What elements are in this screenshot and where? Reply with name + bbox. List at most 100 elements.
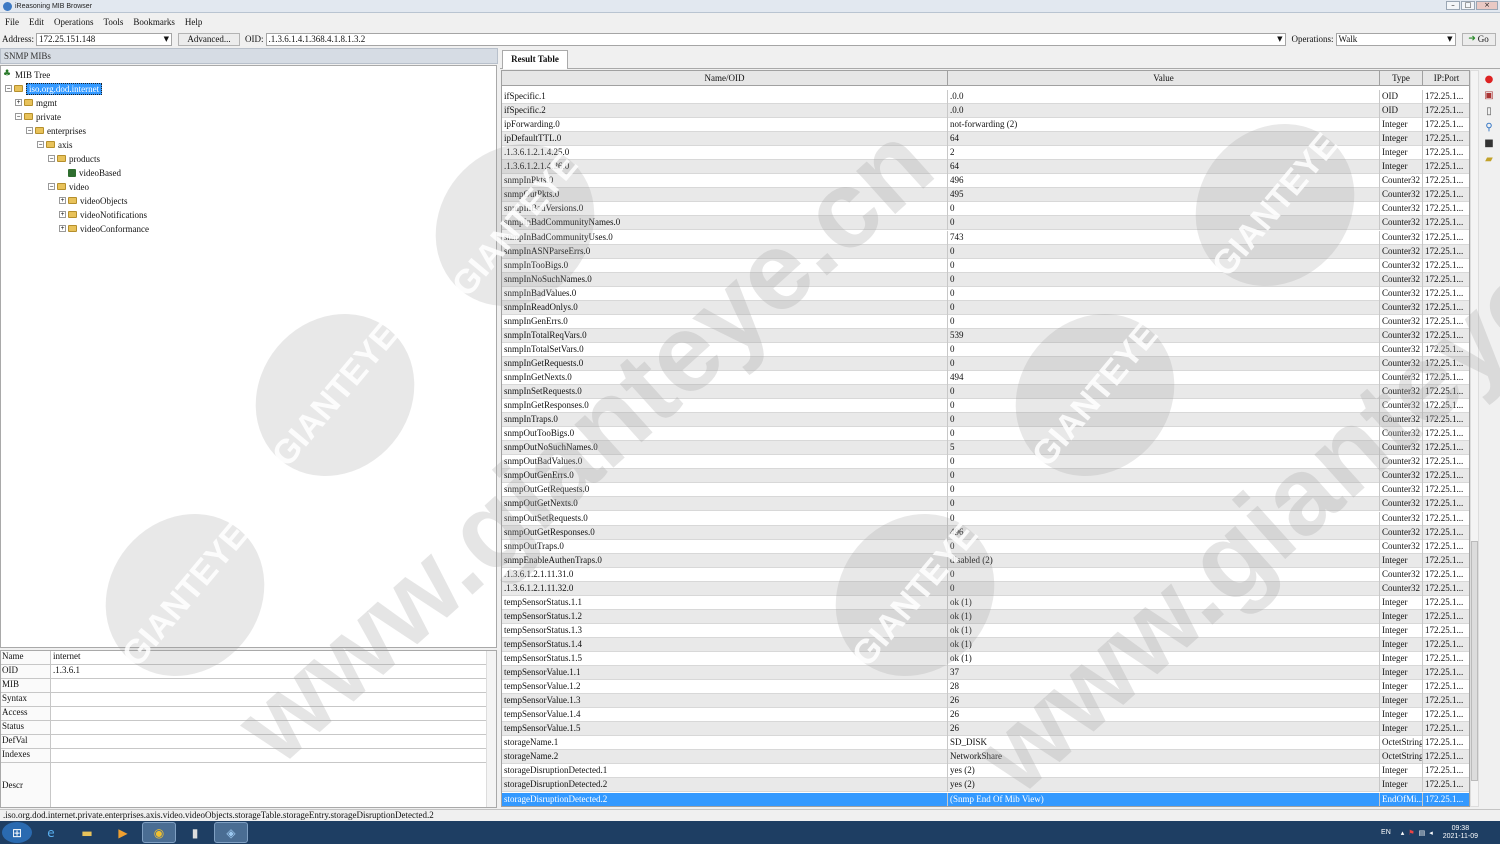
- table-row[interactable]: snmpInTotalSetVars.0 0 Counter32 172.25.1..…: [502, 342, 1469, 357]
- scrollbar-thumb[interactable]: [1471, 541, 1478, 781]
- table-row[interactable]: ipDefaultTTL.0 64 Integer 172.25.1...: [502, 132, 1469, 147]
- expand-icon[interactable]: +: [59, 197, 66, 204]
- collapse-icon[interactable]: −: [5, 85, 12, 92]
- menu-bookmarks[interactable]: Bookmarks: [128, 17, 180, 27]
- table-row[interactable]: snmpInTotalReqVars.0 539 Counter32 172.25.1…: [502, 328, 1469, 343]
- start-button[interactable]: ⊞: [2, 822, 32, 843]
- table-row[interactable]: ifSpecific.1.0.0 OID 172.25.1...: [502, 90, 1469, 104]
- column-header-ip[interactable]: IP:Port: [1423, 71, 1469, 86]
- menu-tools[interactable]: Tools: [99, 17, 129, 27]
- tree-node-videonotifications[interactable]: + videoNotifications: [59, 208, 147, 221]
- column-header-value[interactable]: Value: [948, 71, 1380, 86]
- table-row[interactable]: snmpInSetRequests.0 0 Counter32 172.25.1...: [502, 385, 1469, 400]
- operations-select[interactable]: Walk ▼: [1335, 32, 1456, 46]
- table-row[interactable]: storageDisruptionDetected.1 yes (2) Intege…: [502, 764, 1469, 779]
- collapse-icon[interactable]: −: [15, 113, 22, 120]
- tree-node-mgmt[interactable]: + mgmt: [15, 96, 57, 109]
- tab-result-table[interactable]: Result Table: [502, 50, 568, 69]
- collapse-icon[interactable]: −: [37, 141, 44, 148]
- properties-scrollbar[interactable]: [486, 651, 496, 807]
- go-button[interactable]: ➜ Go: [1461, 32, 1496, 46]
- tree-node-videoobjects[interactable]: + videoObjects: [59, 194, 128, 207]
- table-row[interactable]: storageName.1 SD_DISK OctetString 172.25.1.…: [502, 736, 1469, 751]
- table-row[interactable]: snmpOutGenErrs.0 0 Counter32 172.25.1...: [502, 469, 1469, 484]
- tree-node-enterprises[interactable]: − enterprises: [26, 124, 86, 137]
- oid-combo[interactable]: .1.3.6.1.4.1.368.4.1.8.1.3.2 ▼: [265, 32, 1286, 46]
- table-row[interactable]: snmpInBadCommunityUses.0 743 Counter32 172.…: [502, 230, 1469, 245]
- table-row[interactable]: .1.3.6.1.2.1.4.26.0 64 Integer 172.25.1...: [502, 160, 1469, 175]
- table-row[interactable]: tempSensorValue.1.4 26 Integer 172.25.1...: [502, 708, 1469, 723]
- table-row[interactable]: snmpInGenErrs.0 0 Counter32 172.25.1...: [502, 314, 1469, 329]
- menu-edit[interactable]: Edit: [24, 17, 49, 27]
- table-row[interactable]: snmpInGetNexts.0 494 Counter32 172.25.1...: [502, 371, 1469, 385]
- export-icon[interactable]: ■: [1483, 138, 1495, 150]
- chevron-down-icon[interactable]: ▼: [164, 34, 169, 45]
- table-row[interactable]: storageName.2 NetworkShare OctetString 172.…: [502, 750, 1469, 765]
- table-row[interactable]: tempSensorValue.1.1 37 Integer 172.25.1...: [502, 666, 1469, 681]
- expand-icon[interactable]: +: [59, 225, 66, 232]
- network-icon[interactable]: ▤: [1419, 829, 1426, 837]
- table-row[interactable]: snmpInTooBigs.0 0 Counter32 172.25.1...: [502, 258, 1469, 273]
- volume-icon[interactable]: ◂: [1429, 829, 1433, 837]
- terminal-icon[interactable]: ▮: [178, 822, 212, 843]
- table-row[interactable]: snmpOutGetResponses.0 496 Counter32 172.25.…: [502, 525, 1469, 540]
- table-row[interactable]: snmpInGetRequests.0 0 Counter32 172.25.1...: [502, 356, 1469, 371]
- media-player-icon[interactable]: ▶: [106, 822, 140, 843]
- chevron-down-icon[interactable]: ▼: [1277, 34, 1282, 45]
- collapse-icon[interactable]: −: [48, 155, 55, 162]
- table-row[interactable]: snmpEnableAuthenTraps.0 disabled (2) Integ…: [502, 553, 1469, 568]
- tree-node-internet[interactable]: − iso.org.dod.internet: [5, 82, 103, 95]
- table-row[interactable]: tempSensorStatus.1.3 ok (1) Integer 172.25.…: [502, 623, 1469, 638]
- save-icon[interactable]: ▣: [1483, 90, 1495, 102]
- expand-icon[interactable]: +: [15, 99, 22, 106]
- table-row[interactable]: snmpInBadValues.0 0 Counter32 172.25.1...: [502, 286, 1469, 301]
- table-row[interactable]: snmpInBadCommunityNames.0 0 Counter32 172.2…: [502, 216, 1469, 231]
- menu-operations[interactable]: Operations: [49, 17, 99, 27]
- open-folder-icon[interactable]: ▰: [1483, 154, 1495, 166]
- maximize-button[interactable]: □: [1461, 1, 1475, 10]
- table-row[interactable]: snmpOutGetNexts.0 0 Counter32 172.25.1...: [502, 497, 1469, 512]
- expand-icon[interactable]: +: [59, 211, 66, 218]
- chevron-down-icon[interactable]: ▼: [1447, 34, 1452, 45]
- table-row[interactable]: .1.3.6.1.2.1.4.25.0 2 Integer 172.25.1...: [502, 146, 1469, 161]
- table-row[interactable]: snmpInASNParseErrs.0 0 Counter32 172.25.1..…: [502, 244, 1469, 259]
- clock[interactable]: 09:38 2021-11-09: [1443, 825, 1478, 841]
- table-row[interactable]: storageDisruptionDetected.2 (Snmp End Of …: [502, 792, 1469, 806]
- tray-flag-icon[interactable]: ⚑: [1408, 829, 1414, 837]
- table-row[interactable]: snmpInPkts.0 496 Counter32 172.25.1...: [502, 174, 1469, 189]
- table-row[interactable]: tempSensorValue.1.3 26 Integer 172.25.1...: [502, 694, 1469, 709]
- tree-node-axis[interactable]: − axis: [37, 138, 73, 151]
- table-row[interactable]: snmpInReadOnlys.0 0 Counter32 172.25.1...: [502, 300, 1469, 315]
- table-row[interactable]: ifSpecific.2.0.0 OID 172.25.1...: [502, 104, 1469, 119]
- column-header-name[interactable]: Name/OID: [502, 71, 948, 86]
- close-button[interactable]: ×: [1476, 1, 1498, 10]
- table-row[interactable]: snmpInNoSuchNames.0 0 Counter32 172.25.1...: [502, 272, 1469, 287]
- document-icon[interactable]: ▯: [1483, 106, 1495, 118]
- address-combo[interactable]: 172.25.151.148 ▼: [36, 32, 172, 46]
- ie-icon[interactable]: e: [34, 822, 68, 843]
- tree-node-videoconformance[interactable]: + videoConformance: [59, 222, 149, 235]
- tree-node-products[interactable]: − products: [48, 152, 100, 165]
- mib-browser-taskbar-icon[interactable]: ◈: [214, 822, 248, 843]
- table-row[interactable]: tempSensorStatus.1.4 ok (1) Integer 172.25.…: [502, 637, 1469, 652]
- minimize-button[interactable]: –: [1446, 1, 1460, 10]
- tray-chevron-icon[interactable]: ▴: [1401, 829, 1405, 837]
- menu-help[interactable]: Help: [180, 17, 208, 27]
- stop-icon[interactable]: ●: [1483, 74, 1495, 86]
- tree-root[interactable]: ♣ MIB Tree: [3, 68, 50, 81]
- table-row[interactable]: tempSensorStatus.1.1 ok (1) Integer 172.25.…: [502, 595, 1469, 610]
- menu-file[interactable]: File: [0, 17, 24, 27]
- table-row[interactable]: tempSensorStatus.1.2 ok (1) Integer 172.25.…: [502, 609, 1469, 624]
- table-row[interactable]: tempSensorValue.1.2 28 Integer 172.25.1...: [502, 680, 1469, 695]
- table-row[interactable]: snmpOutTooBigs.0 0 Counter32 172.25.1...: [502, 427, 1469, 442]
- table-row[interactable]: snmpOutGetRequests.0 0 Counter32 172.25.1..…: [502, 483, 1469, 498]
- table-row[interactable]: tempSensorValue.1.5 26 Integer 172.25.1...: [502, 722, 1469, 737]
- table-row[interactable]: snmpOutPkts.0 495 Counter32 172.25.1...: [502, 188, 1469, 203]
- table-row[interactable]: snmpInTraps.0 0 Counter32 172.25.1...: [502, 413, 1469, 428]
- tree-node-videobased[interactable]: videoBased: [68, 166, 121, 179]
- tree-node-video[interactable]: − video: [48, 180, 89, 193]
- advanced-button[interactable]: Advanced...: [178, 32, 240, 46]
- collapse-icon[interactable]: −: [48, 183, 55, 190]
- table-row[interactable]: snmpOutSetRequests.0 0 Counter32 172.25.1..…: [502, 511, 1469, 526]
- table-row[interactable]: .1.3.6.1.2.1.11.32.0 0 Counter32 172.25.1..…: [502, 581, 1469, 596]
